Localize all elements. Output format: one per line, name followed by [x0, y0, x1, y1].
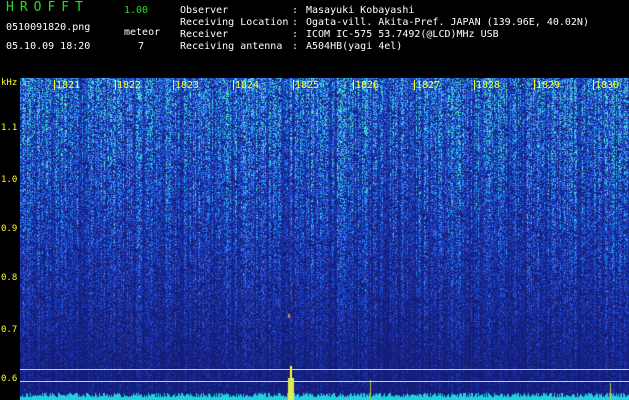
info-value-receiver: ICOM IC-575 53.7492(@LCD)MHz USB — [306, 29, 499, 40]
frequency-tick: 1.1 — [1, 123, 18, 133]
time-tick: 1826 — [355, 80, 380, 91]
time-tick: 1829 — [536, 80, 561, 91]
spectrogram-panel — [20, 78, 629, 400]
frequency-unit: kHz — [1, 78, 18, 88]
info-sep: : — [292, 5, 299, 16]
reference-line — [20, 381, 629, 382]
info-value-location: Ogata-vill. Akita-Pref. JAPAN (139.96E, … — [306, 17, 589, 28]
frequency-tick: 0.7 — [1, 325, 18, 335]
frequency-tick: 0.9 — [1, 224, 18, 234]
spectrogram-canvas — [20, 78, 629, 400]
app-version: 1.00 — [124, 5, 149, 16]
info-value-observer: Masayuki Kobayashi — [306, 5, 415, 16]
info-sep: : — [292, 17, 299, 28]
time-tick: 1825 — [295, 80, 320, 91]
info-sep: : — [292, 29, 299, 40]
time-tick: 1822 — [117, 80, 142, 91]
info-key-location: Receiving Location — [180, 17, 289, 28]
info-value-antenna: A504HB(yagi 4el) — [306, 41, 403, 52]
time-tick: 1827 — [416, 80, 441, 91]
header-panel: HROFFT 1.00 0510091820.png meteor 05.10.… — [0, 0, 629, 78]
meteor-count: 7 — [138, 41, 145, 52]
meteor-label: meteor — [124, 27, 161, 38]
frequency-tick: 1.0 — [1, 175, 18, 185]
frequency-axis: kHz 1.1 1.0 0.9 0.8 0.7 0.6 — [0, 78, 20, 400]
time-tick: 1824 — [235, 80, 260, 91]
info-key-receiver: Receiver — [180, 29, 229, 40]
datetime: 05.10.09 18:20 — [6, 41, 91, 52]
time-tick: 1830 — [595, 80, 620, 91]
info-sep: : — [292, 41, 299, 52]
frequency-tick: 0.6 — [1, 374, 18, 384]
time-tick: 1828 — [476, 80, 501, 91]
time-tick: 1823 — [175, 80, 200, 91]
time-tick: 1821 — [56, 80, 81, 91]
frequency-tick: 0.8 — [1, 273, 18, 283]
filename: 0510091820.png — [6, 22, 91, 33]
app-logo: HROFFT — [6, 0, 89, 15]
info-key-antenna: Receiving antenna — [180, 41, 283, 52]
info-key-observer: Observer — [180, 5, 229, 16]
reference-line — [20, 369, 629, 370]
